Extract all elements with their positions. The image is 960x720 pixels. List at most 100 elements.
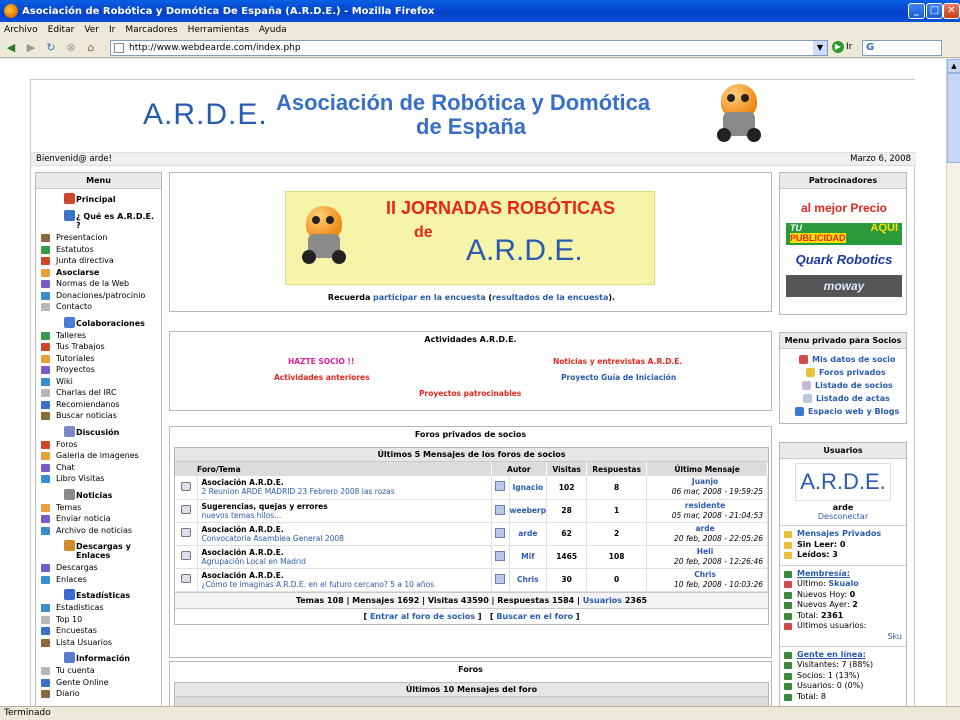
forward-icon[interactable]: ▶ <box>22 40 40 56</box>
ultimos-usuarios-scroll[interactable]: Sku <box>780 632 906 642</box>
menu-section-principal[interactable]: Principal <box>36 189 161 206</box>
desconectar-link[interactable]: Desconectar <box>780 512 906 521</box>
menu-item-tus-trabajos[interactable]: Tus Trabajos <box>36 341 161 353</box>
menu-item-galeria-de-imagenes[interactable]: Galeria de imagenes <box>36 450 161 462</box>
vertical-scrollbar[interactable]: ▲ <box>946 59 960 706</box>
actividades-anteriores-link[interactable]: Actividades anteriores <box>274 373 370 382</box>
menu-section-estadisticas[interactable]: Estadísticas <box>36 585 161 602</box>
menu-item-estatutos[interactable]: Estatutos <box>36 244 161 256</box>
menu-item-archivo-de-noticias[interactable]: Archivo de noticias <box>36 525 161 537</box>
menu-item-charlas-del-irc[interactable]: Charlas del IRC <box>36 387 161 399</box>
author-link[interactable]: Mif <box>509 545 548 569</box>
menu-item-normas-de-la-web[interactable]: Normas de la Web <box>36 278 161 290</box>
menu-item-tu-cuenta[interactable]: Tu cuenta <box>36 665 161 677</box>
menu-item-chat[interactable]: Chat <box>36 462 161 474</box>
menu-item-tutoriales[interactable]: Tutoriales <box>36 353 161 365</box>
hazte-socio-link[interactable]: HAZTE SOCIO !! <box>288 357 354 366</box>
menu-section-descargas-y-enlaces[interactable]: Descargas y Enlaces <box>36 536 161 562</box>
menu-ir[interactable]: Ir <box>109 25 115 35</box>
menu-item-lista-usuarios[interactable]: Lista Usuarios <box>36 637 161 649</box>
topic-link[interactable]: Convocatoria Asamblea General 2008 <box>202 534 344 543</box>
buscar-foro-link[interactable]: Buscar en el foro <box>496 612 573 621</box>
menu-item-wiki[interactable]: Wiki <box>36 376 161 388</box>
menu-section-informacion[interactable]: Información <box>36 648 161 665</box>
menu-editar[interactable]: Editar <box>48 25 75 35</box>
proyectos-patrocinables-link[interactable]: Proyectos patrocinables <box>419 389 521 398</box>
listado-socios-link[interactable]: Listado de socios <box>780 379 906 392</box>
menu-item-encuestas[interactable]: Encuestas <box>36 625 161 637</box>
search-box[interactable]: G <box>862 40 942 56</box>
menu-item-foros[interactable]: Foros <box>36 439 161 451</box>
url-dropdown-icon[interactable]: ▼ <box>813 41 827 55</box>
topic-link[interactable]: Agrupación Local en Madrid <box>202 557 306 566</box>
menu-item-temas[interactable]: Temas <box>36 502 161 514</box>
menu-item-enviar-noticia[interactable]: Enviar noticia <box>36 513 161 525</box>
last-post-user[interactable]: arde <box>647 524 763 534</box>
menu-section-discusion[interactable]: Discusión <box>36 422 161 439</box>
menu-marcadores[interactable]: Marcadores <box>125 25 177 35</box>
menu-section-que-es-a-r-d-e[interactable]: ¿ Qué es A.R.D.E. ? <box>36 206 161 232</box>
forum-name[interactable]: Asociación A.R.D.E. <box>202 478 491 487</box>
reload-icon[interactable]: ↻ <box>42 40 60 56</box>
banner-logo[interactable]: A.R.D.E. <box>143 98 268 132</box>
menu-item-buscar-noticias[interactable]: Buscar noticias <box>36 410 161 422</box>
menu-item-junta-directiva[interactable]: Junta directiva <box>36 255 161 267</box>
menu-item-asociarse[interactable]: Asociarse <box>36 267 161 279</box>
entrar-foro-socios-link[interactable]: Entrar al foro de socios <box>370 612 475 621</box>
menu-item-diario[interactable]: Diario <box>36 688 161 700</box>
noticias-entrevistas-link[interactable]: Noticias y entrevistas A.R.D.E. <box>553 357 682 366</box>
author-link[interactable]: arde <box>509 522 548 546</box>
url-bar[interactable]: http://www.webdearde.com/index.php ▼ <box>110 40 828 56</box>
author-link[interactable]: Chris <box>509 568 548 592</box>
foros-privados-link[interactable]: Foros privados <box>780 366 906 379</box>
forum-name[interactable]: Asociación A.R.D.E. <box>202 525 491 534</box>
menu-item-gente-online[interactable]: Gente Online <box>36 677 161 689</box>
menu-section-noticias[interactable]: Noticias <box>36 485 161 502</box>
menu-item-talleres[interactable]: Talleres <box>36 330 161 342</box>
sponsor-mejor-precio[interactable]: al mejor Precio <box>786 197 902 219</box>
sponsor-moway[interactable]: moway <box>786 275 902 297</box>
scroll-up-icon[interactable]: ▲ <box>947 59 960 73</box>
menu-item-presentacion[interactable]: Presentacion <box>36 232 161 244</box>
menu-section-colaboraciones[interactable]: Colaboraciones <box>36 313 161 330</box>
menu-item-top-10[interactable]: Top 10 <box>36 614 161 626</box>
menu-item-proyectos[interactable]: Proyectos <box>36 364 161 376</box>
menu-item-contacto[interactable]: Contacto <box>36 301 161 313</box>
menu-item-estadisticas[interactable]: Estadisticas <box>36 602 161 614</box>
topic-link[interactable]: 2 Reunion ARDE MADRID 23 Febrero 2008 la… <box>202 487 395 496</box>
menu-item-donaciones-patrocinio[interactable]: Donaciones/patrocinio <box>36 290 161 302</box>
menu-ver[interactable]: Ver <box>84 25 99 35</box>
author-link[interactable]: weeberp <box>509 499 548 523</box>
encuesta-link[interactable]: participar en la encuesta <box>373 293 486 302</box>
sponsor-publicidad[interactable]: TU AQUI PUBLICIDAD <box>786 223 902 245</box>
menu-item-descargas[interactable]: Descargas <box>36 562 161 574</box>
last-post-user[interactable]: residente <box>647 501 763 511</box>
back-icon[interactable]: ◀ <box>2 40 20 56</box>
menu-archivo[interactable]: Archivo <box>4 25 38 35</box>
listado-actas-link[interactable]: Listado de actas <box>780 392 906 405</box>
forum-name[interactable]: Asociación A.R.D.E. <box>202 571 491 580</box>
mensajes-privados-link[interactable]: Mensajes Privados <box>780 529 906 540</box>
usuarios-label[interactable]: Usuarios <box>583 596 622 605</box>
close-button[interactable]: ✕ <box>943 3 960 19</box>
last-post-user[interactable]: Heli <box>647 547 763 557</box>
topic-link[interactable]: nuevos temas hilos... <box>202 511 282 520</box>
espacio-web-link[interactable]: Espacio web y Blogs <box>780 405 906 418</box>
last-post-user[interactable]: Juanjo <box>647 477 763 487</box>
scroll-thumb[interactable] <box>947 73 960 163</box>
home-icon[interactable]: ⌂ <box>82 40 100 56</box>
minimize-button[interactable]: _ <box>908 3 925 19</box>
resultados-link[interactable]: resultados de la encuesta <box>492 293 608 302</box>
menu-item-recomiendanos[interactable]: Recomiendanos <box>36 399 161 411</box>
maximize-button[interactable]: □ <box>926 3 943 19</box>
forum-name[interactable]: Asociación A.R.D.E. <box>202 548 491 557</box>
menu-item-enlaces[interactable]: Enlaces <box>36 574 161 586</box>
mis-datos-link[interactable]: Mis datos de socio <box>780 353 906 366</box>
menu-item-libro-visitas[interactable]: Libro Visitas <box>36 473 161 485</box>
stop-icon[interactable]: ⊗ <box>62 40 80 56</box>
author-link[interactable]: Ignacio <box>509 476 548 500</box>
sponsor-quark[interactable]: Quark Robotics <box>786 249 902 271</box>
topic-link[interactable]: ¿Cómo te imaginas A.R.D.E. en el futuro … <box>202 580 435 589</box>
menu-ayuda[interactable]: Ayuda <box>259 25 287 35</box>
proyecto-guia-link[interactable]: Proyecto Guía de Iniciación <box>561 373 676 382</box>
